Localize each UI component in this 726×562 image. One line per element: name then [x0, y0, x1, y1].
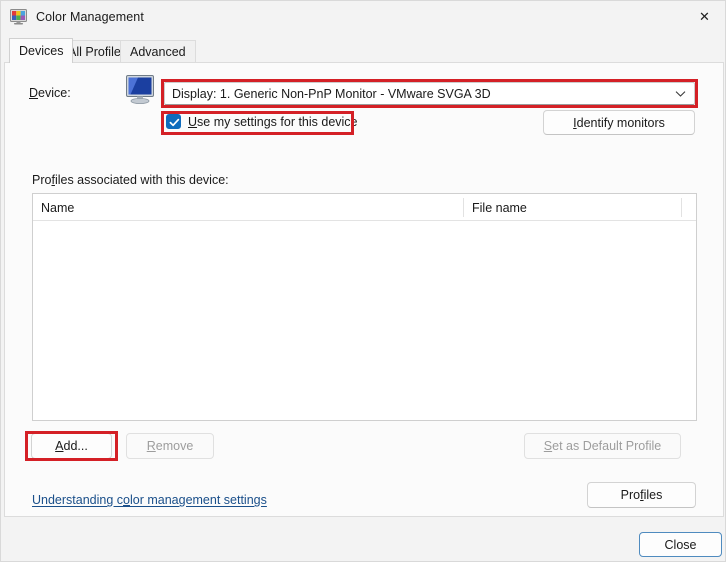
device-combobox-value: Display: 1. Generic Non-PnP Monitor - VM… [172, 86, 491, 101]
column-header-name-label: Name [41, 200, 75, 215]
add-profile-rest: dd... [63, 439, 88, 453]
tab-strip: Devices All Profiles Advanced [1, 32, 725, 63]
profiles-heading-rest: iles associated with this device: [54, 173, 229, 187]
remove-profile-rest: emove [155, 439, 194, 453]
device-combobox[interactable]: Display: 1. Generic Non-PnP Monitor - VM… [164, 82, 695, 105]
monitor-icon [126, 75, 158, 105]
device-label-accel: D [29, 86, 39, 100]
link-rest: lor management settings [129, 493, 267, 507]
identify-monitors-button[interactable]: Identify monitors [543, 110, 695, 135]
use-my-settings-accel: U [188, 114, 198, 129]
title-bar: Color Management ✕ [1, 1, 725, 32]
tab-all-profiles-label: All Profiles [68, 45, 128, 59]
close-button[interactable]: Close [639, 532, 722, 557]
tab-devices-label: Devices [19, 44, 64, 58]
column-header-filename-label: File name [472, 200, 527, 215]
set-default-accel: S [543, 439, 553, 453]
chevron-down-icon [675, 83, 686, 104]
color-management-icon [10, 8, 27, 25]
link-pre: Understanding c [32, 493, 124, 507]
checkbox-box [166, 114, 181, 129]
close-button-label: Close [664, 537, 697, 552]
add-profile-accel: A [55, 439, 64, 453]
set-default-rest: et as Default Profile [552, 439, 662, 453]
use-my-settings-rest: se my settings for this device [197, 114, 358, 129]
profiles-heading-pre: Pro [32, 173, 52, 187]
use-my-settings-label: Use my settings for this device [188, 115, 358, 129]
column-header-filename[interactable]: File name [464, 194, 681, 221]
column-header-name[interactable]: Name [33, 194, 463, 221]
add-profile-button[interactable]: Add... [31, 433, 112, 459]
profiles-button[interactable]: Pro f iles [587, 482, 696, 508]
remove-profile-button[interactable]: Remove [126, 433, 214, 459]
understanding-color-management-link[interactable]: Understanding color management settings [32, 493, 267, 507]
use-my-settings-checkbox[interactable]: Use my settings for this device [166, 114, 358, 129]
device-label: Device: [29, 86, 71, 100]
profiles-listview-body[interactable] [33, 221, 696, 420]
remove-profile-accel: R [146, 439, 156, 453]
tab-advanced[interactable]: Advanced [120, 40, 196, 63]
dialog-footer [1, 517, 725, 561]
window-title: Color Management [36, 9, 144, 24]
profiles-button-rest: iles [643, 488, 663, 502]
profiles-associated-heading: Profiles associated with this device: [32, 173, 229, 187]
profiles-listview-header: Name File name [33, 194, 696, 221]
profiles-button-pre: Pro [620, 488, 641, 502]
column-divider-2[interactable] [681, 198, 682, 217]
color-management-dialog: Color Management ✕ Devices All Profiles … [0, 0, 726, 562]
tab-advanced-label: Advanced [130, 45, 186, 59]
identify-monitors-rest: dentify monitors [576, 115, 665, 130]
close-icon[interactable]: ✕ [682, 1, 725, 32]
link-accel: o [123, 493, 130, 507]
tab-devices[interactable]: Devices [9, 38, 74, 63]
set-as-default-profile-button[interactable]: Set as Default Profile [524, 433, 681, 459]
check-icon [169, 118, 180, 127]
device-label-rest: evice: [38, 86, 71, 100]
profiles-listview[interactable]: Name File name [32, 193, 697, 421]
